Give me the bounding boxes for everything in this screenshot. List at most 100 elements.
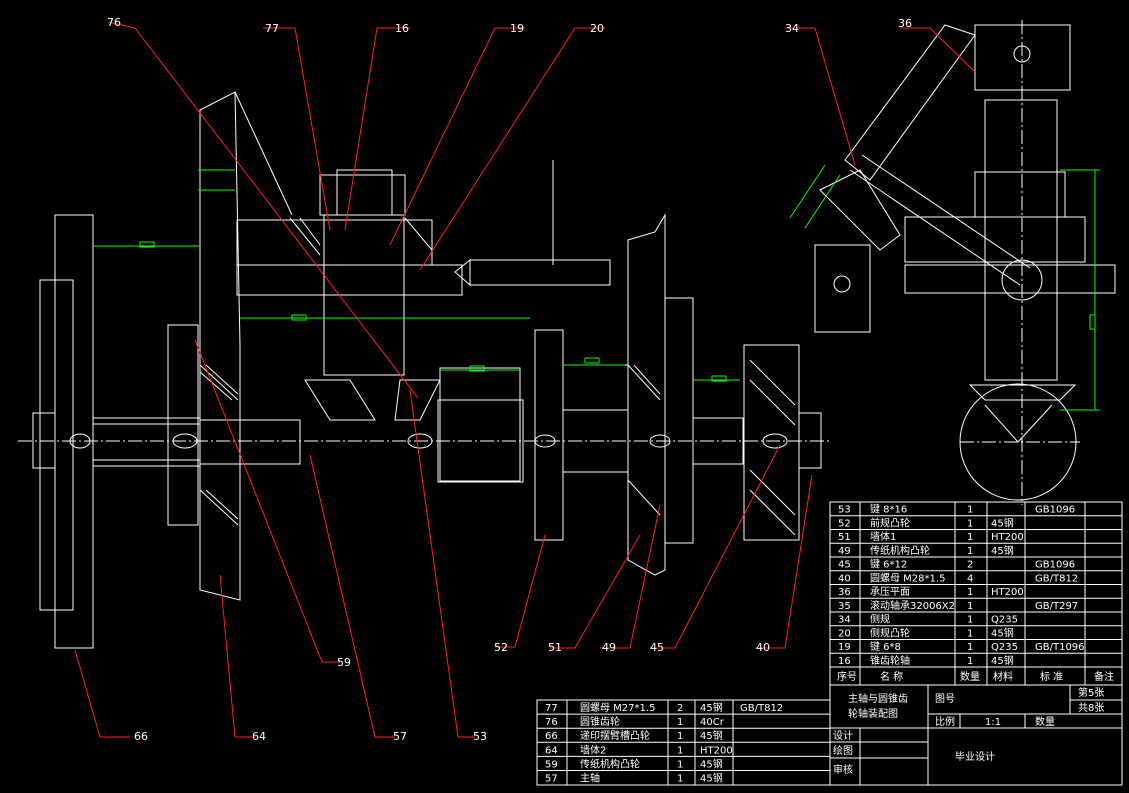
scale-value: 1:1 — [985, 717, 1001, 728]
parts-row-no: 20 — [838, 628, 851, 639]
parts-row-qty: 1 — [967, 505, 973, 516]
balloon-40: 40 — [756, 641, 770, 654]
balloon-16: 16 — [395, 22, 409, 35]
balloon-labels: 76 77 16 19 20 34 36 66 64 59 57 53 52 5… — [107, 16, 912, 743]
parts-row-material: 45钢 — [700, 701, 723, 714]
parts-row-standard: GB/T1096 — [1035, 642, 1085, 653]
designer-label: 设计 — [833, 729, 853, 742]
parts-row-no: 57 — [545, 774, 558, 785]
parts-list-lower: 77 圆螺母 M27*1.5 2 45钢 GB/T812 76 圆锥齿轮 1 40Cr 66 递印摆… — [536, 699, 831, 786]
balloon-51: 51 — [548, 641, 562, 654]
parts-row-no: 64 — [545, 745, 558, 756]
parts-row-name: 传纸机构凸轮 — [870, 544, 930, 557]
parts-row-no: 49 — [838, 546, 851, 557]
parts-row-name: 墙体2 — [580, 743, 606, 756]
parts-row-standard: GB/T297 — [1035, 601, 1078, 612]
parts-row-no: 66 — [545, 731, 558, 742]
header-standard: 标 准 — [1040, 671, 1063, 683]
balloon-34: 34 — [785, 22, 799, 35]
parts-row-qty: 1 — [967, 628, 973, 639]
balloon-59: 59 — [337, 656, 351, 669]
parts-row-no: 51 — [838, 532, 851, 543]
parts-row-name: 滚动轴承32006X2 — [870, 599, 955, 612]
parts-row-no: 40 — [838, 573, 851, 584]
parts-row-material: HT200 — [700, 745, 733, 756]
balloon-66: 66 — [134, 730, 148, 743]
parts-row-name: 前规凸轮 — [870, 516, 910, 529]
parts-row-name: 圆螺母 M27*1.5 — [580, 702, 655, 714]
parts-row-qty: 1 — [967, 656, 973, 667]
parts-row-qty: 1 — [967, 587, 973, 598]
balloon-53: 53 — [473, 730, 487, 743]
parts-row-name: 递印摆臂槽凸轮 — [580, 729, 650, 742]
drawing-title-line2: 轮轴装配图 — [848, 707, 898, 720]
balloon-36: 36 — [898, 17, 912, 30]
parts-row-name: 键 6*8 — [870, 640, 901, 653]
parts-row-standard: GB/T812 — [1035, 573, 1078, 584]
parts-row-qty: 1 — [967, 546, 973, 557]
header-note: 备注 — [1094, 670, 1114, 683]
parts-row-no: 16 — [838, 656, 851, 667]
side-gauge-view — [789, 20, 1116, 505]
drawing-no-label: 图号 — [935, 693, 955, 705]
assembly-drawing: 76 77 16 19 20 34 36 66 64 59 57 53 52 5… — [18, 16, 1123, 786]
parts-row-no: 59 — [545, 759, 558, 770]
parts-row-no: 77 — [545, 703, 558, 714]
parts-row-no: 19 — [838, 642, 851, 653]
parts-row-qty: 2 — [967, 560, 973, 571]
parts-row-name: 传纸机构凸轮 — [580, 757, 640, 770]
header-qty: 数量 — [960, 670, 980, 683]
parts-row-name: 键 8*16 — [870, 503, 907, 516]
balloon-52: 52 — [494, 641, 508, 654]
parts-row-material: Q235 — [991, 615, 1018, 626]
parts-row-qty: 1 — [967, 642, 973, 653]
parts-row-standard: GB1096 — [1035, 560, 1075, 571]
balloon-57: 57 — [393, 730, 407, 743]
parts-row-no: 36 — [838, 587, 851, 598]
balloon-77: 77 — [265, 22, 279, 35]
parts-row-material: 45钢 — [991, 544, 1014, 557]
project-label: 毕业设计 — [955, 750, 995, 763]
reviewer-label: 审核 — [833, 763, 853, 776]
balloon-49: 49 — [602, 641, 616, 654]
balloon-64: 64 — [252, 730, 266, 743]
drawing-title-line1: 主轴与圆锥齿 — [848, 692, 908, 705]
parts-row-name: 键 6*12 — [870, 558, 907, 571]
parts-row-material: HT200 — [991, 587, 1024, 598]
sheet-total: 共8张 — [1078, 702, 1104, 714]
parts-row-name: 侧规 — [870, 613, 890, 626]
parts-row-qty: 1 — [967, 518, 973, 529]
parts-row-qty: 1 — [677, 717, 683, 728]
header-name: 名 称 — [880, 670, 903, 683]
header-material: 材料 — [993, 670, 1013, 683]
parts-row-material: HT200 — [991, 532, 1024, 543]
balloon-20: 20 — [590, 22, 604, 35]
parts-row-material: 45钢 — [991, 516, 1014, 529]
balloon-45: 45 — [650, 641, 664, 654]
parts-row-name: 锥齿轮轴 — [870, 654, 910, 667]
parts-row-material: 45钢 — [991, 654, 1014, 667]
parts-row-qty: 1 — [967, 601, 973, 612]
parts-row-name: 墙体1 — [870, 530, 896, 543]
parts-row-material: Q235 — [991, 642, 1018, 653]
parts-row-standard: GB1096 — [1035, 505, 1075, 516]
parts-row-qty: 1 — [677, 774, 683, 785]
quantity-label: 数量 — [1035, 715, 1055, 728]
scale-label: 比例 — [935, 715, 955, 728]
parts-row-no: 45 — [838, 560, 851, 571]
parts-row-standard: GB/T812 — [740, 703, 783, 714]
parts-row-name: 圆螺母 M28*1.5 — [870, 572, 945, 584]
parts-list-upper: 53 键 8*16 1 GB1096 52 前规凸轮 1 45钢 51 墙体1 1 HT200 49 传纸… — [829, 501, 1123, 686]
parts-row-material: 45钢 — [700, 757, 723, 770]
parts-row-no: 34 — [838, 615, 851, 626]
title-block: 主轴与圆锥齿 轮轴装配图 图号 第5张 共8张 比例 1:1 数量 设计 绘图 … — [829, 684, 1123, 786]
parts-row-no: 76 — [545, 717, 558, 728]
header-no: 序号 — [837, 670, 857, 683]
parts-row-material: 45钢 — [700, 772, 723, 785]
parts-row-name: 侧规凸轮 — [870, 626, 910, 639]
parts-row-qty: 1 — [967, 532, 973, 543]
parts-row-qty: 1 — [677, 731, 683, 742]
parts-row-material: 45钢 — [700, 729, 723, 742]
parts-row-qty: 1 — [967, 615, 973, 626]
parts-row-no: 52 — [838, 518, 851, 529]
